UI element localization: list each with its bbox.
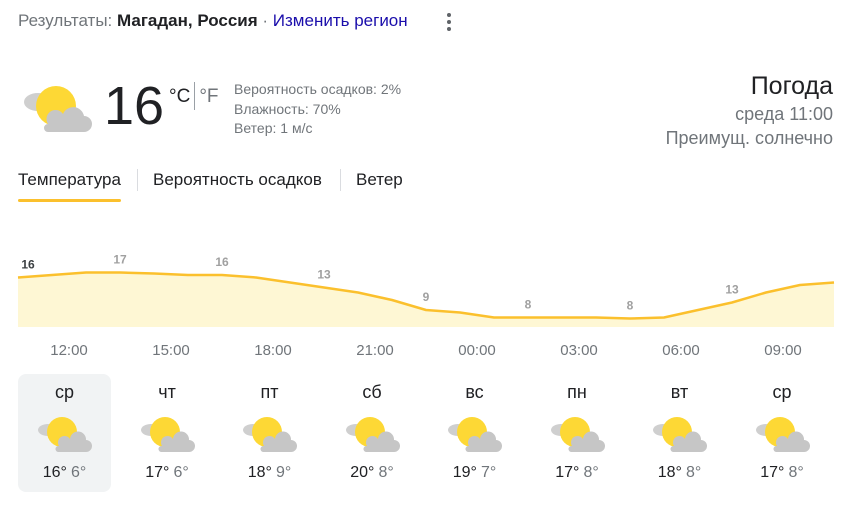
temperature-data-label: 8 bbox=[627, 299, 634, 313]
daily-forecast: ср 16° 6° чт 17° 6° пт 18° 9° сб 20° 8° вс 19° 7° пн 17°… bbox=[18, 374, 834, 492]
day-name: ср bbox=[54, 382, 74, 402]
day-name: вт bbox=[670, 382, 689, 402]
temperature-data-label: 8 bbox=[525, 298, 532, 312]
low-temperature: 8° bbox=[583, 464, 599, 481]
hour-tick-label: 09:00 bbox=[764, 342, 802, 359]
temperature-data-label: 16 bbox=[215, 255, 229, 269]
temperature-chart[interactable]: 16 17 16 13 9 8 8 13 bbox=[0, 220, 868, 332]
unit-switch: °C °F bbox=[169, 82, 219, 110]
high-temperature: 18° bbox=[247, 464, 272, 481]
high-temperature: 17° bbox=[760, 464, 785, 481]
day-name: пт bbox=[260, 382, 279, 402]
humidity: Влажность: 70% bbox=[234, 100, 341, 117]
day-temperatures: 19° 7° bbox=[428, 464, 521, 482]
day-temperatures: 18° 9° bbox=[223, 464, 316, 482]
high-temperature: 17° bbox=[145, 464, 170, 481]
day-name: сб bbox=[362, 382, 382, 402]
day-temperatures: 18° 8° bbox=[633, 464, 726, 482]
partly-sunny-icon bbox=[651, 414, 709, 459]
day-name: пн bbox=[567, 382, 587, 402]
low-temperature: 6° bbox=[70, 464, 87, 481]
high-temperature: 19° bbox=[452, 464, 477, 481]
unit-divider bbox=[194, 82, 196, 110]
forecast-day[interactable]: ср 17° 8° bbox=[736, 374, 829, 492]
hour-tick-label: 15:00 bbox=[152, 342, 190, 359]
forecast-day[interactable]: пн 17° 8° bbox=[531, 374, 624, 492]
tab-divider bbox=[340, 169, 341, 191]
weather-title: Погода bbox=[750, 72, 833, 100]
results-label: Результаты: bbox=[18, 11, 113, 30]
celsius-toggle[interactable]: °C bbox=[169, 86, 190, 107]
temperature-data-label: 16 bbox=[21, 258, 35, 272]
partly-sunny-icon bbox=[18, 82, 92, 139]
tab-wind[interactable]: Ветер bbox=[356, 168, 403, 192]
forecast-day[interactable]: чт 17° 6° bbox=[121, 374, 214, 492]
partly-sunny-icon bbox=[549, 414, 607, 459]
temperature-data-label: 17 bbox=[113, 253, 127, 267]
partly-sunny-icon bbox=[446, 414, 504, 459]
low-temperature: 8° bbox=[378, 464, 394, 481]
high-temperature: 16° bbox=[42, 464, 67, 481]
high-temperature: 18° bbox=[657, 464, 682, 481]
current-temperature: 16 bbox=[104, 76, 165, 136]
temperature-data-label: 13 bbox=[725, 283, 739, 297]
low-temperature: 7° bbox=[480, 464, 497, 481]
hour-tick-label: 12:00 bbox=[50, 342, 88, 359]
low-temperature: 8° bbox=[788, 464, 804, 481]
fahrenheit-toggle[interactable]: °F bbox=[199, 86, 218, 107]
current-datetime: среда 11:00 bbox=[735, 104, 833, 124]
weather-details: Вероятность осадков: 2% Влажность: 70% В… bbox=[234, 80, 401, 139]
temperature-data-label: 9 bbox=[423, 290, 430, 304]
low-temperature: 9° bbox=[275, 464, 292, 481]
tab-precipitation[interactable]: Вероятность осадков bbox=[153, 168, 322, 192]
high-temperature: 17° bbox=[555, 464, 580, 481]
tab-temperature[interactable]: Температура bbox=[18, 168, 121, 202]
forecast-day[interactable]: ср 16° 6° bbox=[18, 374, 111, 492]
current-condition: Преимущ. солнечно bbox=[665, 128, 833, 148]
day-temperatures: 17° 8° bbox=[736, 464, 829, 482]
low-temperature: 8° bbox=[685, 464, 702, 481]
search-results-header: Результаты: Магадан, Россия · Изменить р… bbox=[18, 10, 408, 32]
partly-sunny-icon bbox=[754, 414, 812, 459]
partly-sunny-icon bbox=[241, 414, 299, 459]
hour-axis: 12:00 15:00 18:00 21:00 00:00 03:00 06:00 09:00 bbox=[0, 342, 868, 362]
day-name: вс bbox=[465, 382, 484, 402]
partly-sunny-icon bbox=[139, 414, 197, 459]
location-name: Магадан, Россия bbox=[117, 11, 258, 30]
forecast-day[interactable]: вс 19° 7° bbox=[428, 374, 521, 492]
temperature-data-label: 13 bbox=[317, 268, 331, 282]
hour-tick-label: 03:00 bbox=[560, 342, 598, 359]
hour-tick-label: 18:00 bbox=[254, 342, 292, 359]
day-temperatures: 16° 6° bbox=[18, 464, 111, 482]
day-temperatures: 17° 8° bbox=[531, 464, 624, 482]
tab-divider bbox=[137, 169, 138, 191]
partly-sunny-icon bbox=[344, 414, 402, 459]
partly-sunny-icon bbox=[36, 414, 94, 459]
hour-tick-label: 06:00 bbox=[662, 342, 700, 359]
day-name: чт bbox=[158, 382, 176, 402]
hour-tick-label: 00:00 bbox=[458, 342, 496, 359]
hour-tick-label: 21:00 bbox=[356, 342, 394, 359]
day-name: ср bbox=[772, 382, 792, 402]
forecast-day[interactable]: сб 20° 8° bbox=[326, 374, 419, 492]
precipitation-probability: Вероятность осадков: 2% bbox=[234, 81, 402, 97]
separator-dot: · bbox=[257, 11, 273, 30]
day-temperatures: 17° 6° bbox=[121, 464, 214, 482]
forecast-day[interactable]: пт 18° 9° bbox=[223, 374, 316, 492]
low-temperature: 6° bbox=[173, 464, 189, 481]
forecast-day[interactable]: вт 18° 8° bbox=[633, 374, 726, 492]
high-temperature: 20° bbox=[350, 464, 375, 481]
more-vert-icon[interactable] bbox=[441, 11, 457, 33]
wind-speed: Ветер: 1 м/с bbox=[234, 120, 313, 136]
day-temperatures: 20° 8° bbox=[326, 464, 419, 482]
change-region-link[interactable]: Изменить регион bbox=[273, 11, 408, 30]
weather-summary: Погода среда 11:00 Преимущ. солнечно bbox=[666, 70, 833, 150]
